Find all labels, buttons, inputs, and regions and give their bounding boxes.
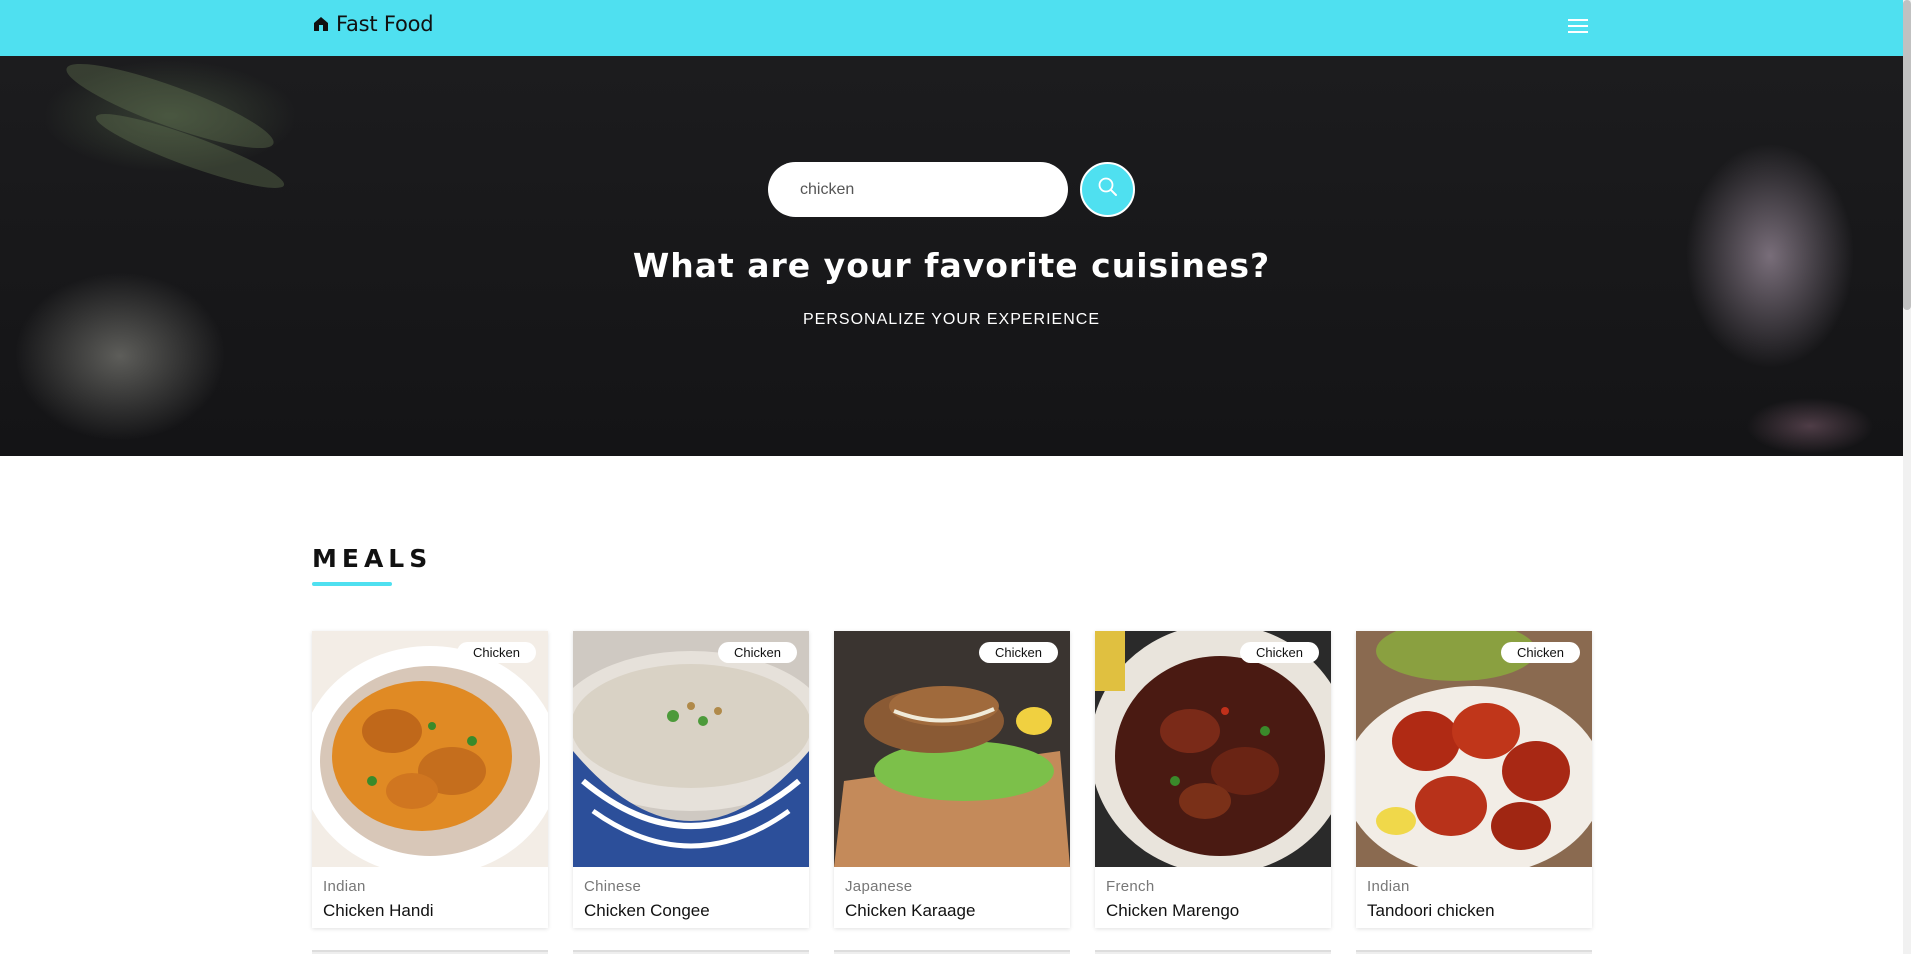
tandoori-chicken-photo: Chicken — [1356, 631, 1592, 867]
chicken-karaage-photo: Chicken — [834, 631, 1070, 867]
card-title: Chicken Handi — [323, 901, 434, 920]
meal-card[interactable]: Chicken French Chicken Marengo — [1095, 631, 1331, 928]
meal-card[interactable]: Chicken Indian Chicken Handi — [312, 631, 548, 928]
card-cuisine: Japanese — [845, 878, 913, 895]
meals-heading: MEALS — [312, 544, 433, 573]
home-icon — [312, 15, 330, 33]
meal-card-peek[interactable] — [1095, 950, 1331, 954]
hero-title: What are your favorite cuisines? — [632, 246, 1271, 285]
card-title: Chicken Congee — [584, 901, 710, 920]
chicken-handi-photo: Chicken — [312, 631, 548, 867]
search-input[interactable] — [768, 162, 1068, 217]
card-cuisine: Indian — [323, 878, 366, 895]
card-tag: Chicken — [1240, 642, 1319, 663]
meal-card[interactable]: Chicken Chinese Chicken Congee — [573, 631, 809, 928]
scrollbar-thumb[interactable] — [1903, 0, 1911, 310]
card-title: Chicken Marengo — [1106, 901, 1240, 920]
chicken-marengo-photo: Chicken — [1095, 631, 1331, 867]
hamburger-menu-icon[interactable] — [1566, 16, 1590, 36]
card-tag: Chicken — [718, 642, 797, 663]
meal-card-peek[interactable] — [573, 950, 809, 954]
page-scrollbar[interactable] — [1903, 0, 1911, 954]
search-bar — [768, 162, 1135, 217]
search-button[interactable] — [1080, 162, 1135, 217]
meal-card[interactable]: Chicken Indian Tandoori chicken — [1356, 631, 1592, 928]
card-cuisine: Indian — [1367, 878, 1410, 895]
meal-card-peek[interactable] — [834, 950, 1070, 954]
hero-banner: What are your favorite cuisines? PERSONA… — [0, 56, 1903, 456]
navbar: Fast Food — [0, 0, 1903, 56]
card-cuisine: French — [1106, 878, 1155, 895]
meals-heading-underline — [312, 582, 392, 586]
meal-card-list: Chicken Indian Chicken Handi Chicken Chi… — [312, 631, 1592, 928]
search-icon — [1097, 176, 1119, 203]
brand-name: Fast Food — [336, 12, 434, 36]
meal-card[interactable]: Chicken Japanese Chicken Karaage — [834, 631, 1070, 928]
card-tag: Chicken — [979, 642, 1058, 663]
card-tag: Chicken — [1501, 642, 1580, 663]
brand-link[interactable]: Fast Food — [312, 12, 434, 36]
chicken-congee-photo: Chicken — [573, 631, 809, 867]
meal-card-list-next-row — [312, 950, 1592, 954]
card-tag: Chicken — [457, 642, 536, 663]
meal-card-peek[interactable] — [1356, 950, 1592, 954]
card-title: Tandoori chicken — [1367, 901, 1495, 920]
meal-card-peek[interactable] — [312, 950, 548, 954]
card-cuisine: Chinese — [584, 878, 642, 895]
card-title: Chicken Karaage — [845, 901, 976, 920]
page: Fast Food What are you — [0, 0, 1911, 954]
hero-subtitle: PERSONALIZE YOUR EXPERIENCE — [803, 311, 1100, 328]
